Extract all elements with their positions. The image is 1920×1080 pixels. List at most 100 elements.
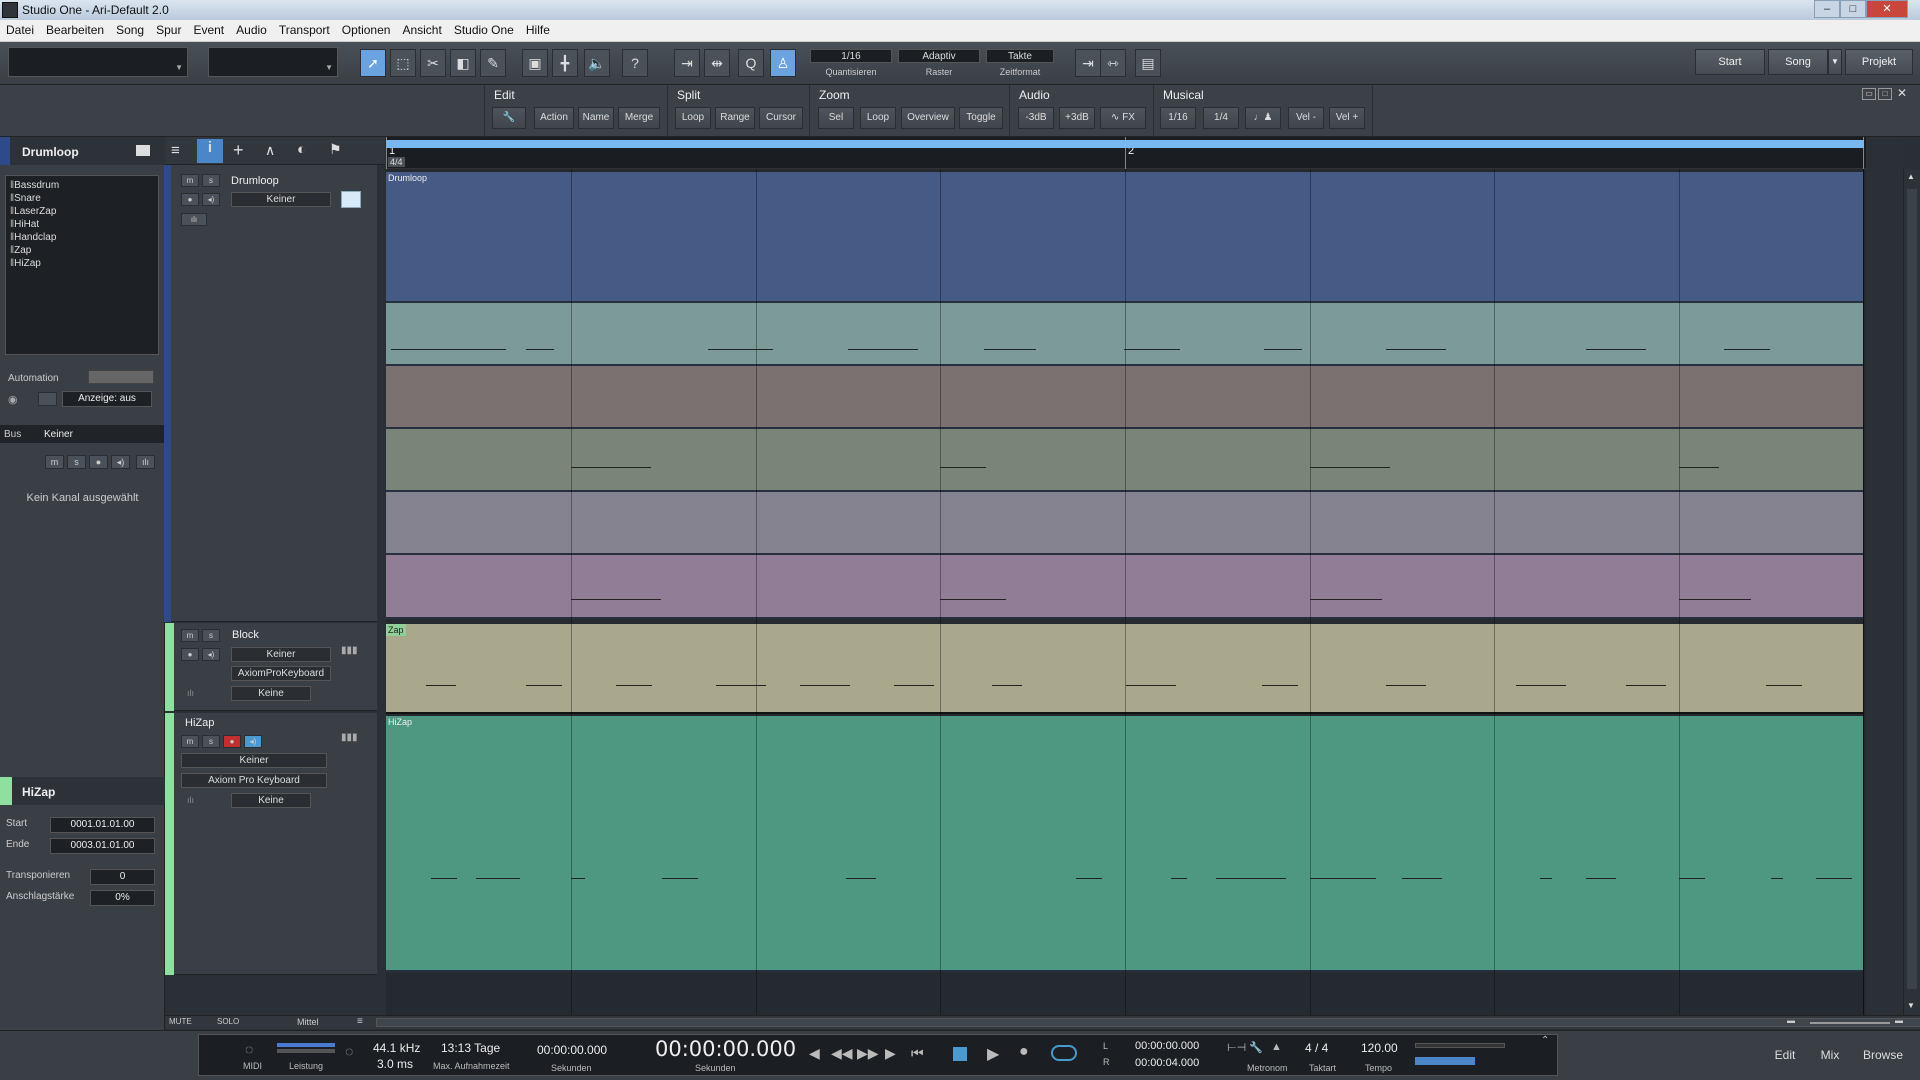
macro-fx-button[interactable]: ∿ FX [1100,107,1146,129]
macro-vel-plus-button[interactable]: Vel + [1329,107,1365,129]
help-icon[interactable]: ? [622,49,648,77]
scroll-thumb[interactable] [376,1018,1920,1027]
global-tracks-icon[interactable]: ◐ [297,141,306,158]
macro-split-loop-button[interactable]: Loop [675,107,711,129]
rewind-icon[interactable]: ◀◀ [831,1045,853,1062]
project-page-button[interactable]: Projekt [1845,49,1913,75]
folder-icon[interactable] [136,145,150,156]
eye-icon[interactable]: ◉ [8,393,18,406]
next-marker-icon[interactable]: ▶ [885,1045,896,1062]
macro-quant4-button[interactable]: 1/4 [1203,107,1239,129]
output-field[interactable]: Keiner [231,192,331,207]
menu-audio[interactable]: Audio [230,20,273,41]
track-header-block[interactable]: m s Block ● ◂) Keiner ▮▮▮ AxiomProKeyboa… [165,623,377,711]
bus-solo-button[interactable]: s [67,455,86,469]
macro-name-button[interactable]: Name [578,107,614,129]
macro-zoom-toggle-button[interactable]: Toggle [959,107,1003,129]
bend-tool-icon[interactable]: ╋ [552,49,578,77]
split-tool-icon[interactable]: ✂ [420,49,446,77]
metronome-icon[interactable]: ▲ [1271,1041,1282,1053]
scroll-up-icon[interactable]: ▲ [1907,172,1915,181]
play-icon[interactable]: ▶ [987,1044,999,1064]
snap-icon[interactable]: ⇹ [704,49,730,77]
loop-icon[interactable] [1051,1045,1077,1061]
seconds-small-value[interactable]: 00:00:00.000 [537,1043,607,1057]
stop-icon[interactable] [953,1047,967,1061]
maximize-panel-icon[interactable]: □ [1878,88,1892,100]
time-signature-value[interactable]: 4 / 4 [1305,1041,1328,1055]
browse-view-button[interactable]: Browse [1852,1040,1914,1070]
menu-spur[interactable]: Spur [150,20,187,41]
menu-optionen[interactable]: Optionen [336,20,397,41]
output-field[interactable]: Keiner [231,647,331,662]
macro-zoom-loop-button[interactable]: Loop [860,107,896,129]
return-to-start-icon[interactable]: ◀ [809,1045,820,1062]
scroll-down-icon[interactable]: ▼ [1907,1001,1915,1010]
loop-start-value[interactable]: 00:00:00.000 [1135,1040,1199,1052]
loop-range-bar[interactable] [386,140,1864,148]
list-item[interactable]: Zap [10,244,158,257]
menu-event[interactable]: Event [187,20,230,41]
forward-icon[interactable]: ▶▶ [857,1045,879,1062]
macro-action-button[interactable]: Action [534,107,574,129]
nudge-icon[interactable]: ⇥ [1075,49,1101,77]
timebase-field[interactable]: Takte [986,49,1054,63]
list-item[interactable]: Handclap [10,231,158,244]
monitor-icon[interactable]: ◂) [202,648,220,661]
menu-bearbeiten[interactable]: Bearbeiten [40,20,110,41]
bus-record-button[interactable]: ● [89,455,108,469]
bus-monitor-button[interactable]: ◂) [111,455,130,469]
menu-datei[interactable]: Datei [0,20,40,41]
monitor-icon[interactable]: ◂) [244,735,262,748]
tempo-value[interactable]: 120.00 [1361,1041,1398,1055]
macro-minus3db-button[interactable]: -3dB [1018,107,1054,129]
range-tool-icon[interactable]: ⬚ [390,49,416,77]
time-signature[interactable]: 4/4 [388,157,405,167]
track-header-drumloop[interactable]: m s Drumloop ● ◂) Keiner ılı [164,165,377,622]
track-menu-icon[interactable]: ≡ [171,142,180,159]
automation-icon[interactable]: ∧ [265,142,275,159]
macro-zoom-overview-button[interactable]: Overview [901,107,955,129]
scroll-thumb[interactable] [1907,189,1917,989]
autoscroll-icon[interactable]: ⇥ [674,49,700,77]
monitor-icon[interactable]: ◂) [202,193,220,206]
listen-tool-icon[interactable]: 🔈 [584,49,610,77]
list-item[interactable]: Bassdrum [10,179,158,192]
automation-toggle[interactable] [38,392,57,406]
output-field[interactable]: Keiner [181,753,327,768]
bus-mixer-button[interactable]: ılı [136,455,155,469]
main-time-display[interactable]: 00:00:00.000 [655,1037,796,1061]
record-arm-icon[interactable]: ● [181,193,199,206]
track-size-label[interactable]: Mittel [297,1017,319,1027]
menu-hilfe[interactable]: Hilfe [520,20,556,41]
eraser-tool-icon[interactable]: ◧ [450,49,476,77]
menu-studio-one[interactable]: Studio One [448,20,520,41]
macro-plus3db-button[interactable]: +3dB [1059,107,1095,129]
mute-all-label[interactable]: MUTE [169,1017,192,1026]
preset-dropdown-2[interactable]: ▼ [208,47,338,77]
precount-icon[interactable]: ⊢⊣ [1227,1041,1246,1054]
record-arm-icon[interactable]: ● [223,735,241,748]
record-icon[interactable]: ● [1019,1043,1029,1061]
list-item[interactable]: LaserZap [10,205,158,218]
metronome-settings-icon[interactable]: 🔧 [1249,1041,1263,1054]
song-dropdown-icon[interactable]: ▼ [1828,49,1842,75]
macro-edit-tool-icon[interactable]: 🔧 [492,107,526,129]
paint-tool-icon[interactable]: ✎ [480,49,506,77]
solo-button[interactable]: s [202,174,220,187]
close-button[interactable]: ✕ [1866,0,1908,18]
macro-split-cursor-button[interactable]: Cursor [759,107,803,129]
input-field[interactable]: Axiom Pro Keyboard [181,773,327,788]
preset-dropdown-1[interactable]: ▼ [8,47,188,77]
video-icon[interactable]: ▤ [1135,49,1161,77]
solo-all-label[interactable]: SOLO [217,1017,239,1026]
track-name[interactable]: Drumloop [231,175,279,187]
velocity-field[interactable]: 0% [90,890,155,906]
mixer-icon[interactable]: ılı [187,688,194,698]
mute-button[interactable]: m [181,174,199,187]
expand-transport-icon[interactable]: ⌃ [1541,1035,1549,1046]
track-name[interactable]: HiZap [185,717,214,729]
folder-icon[interactable] [341,191,361,208]
arrow-tool-icon[interactable]: ➚ [360,49,386,77]
list-item[interactable]: HiZap [10,257,158,270]
